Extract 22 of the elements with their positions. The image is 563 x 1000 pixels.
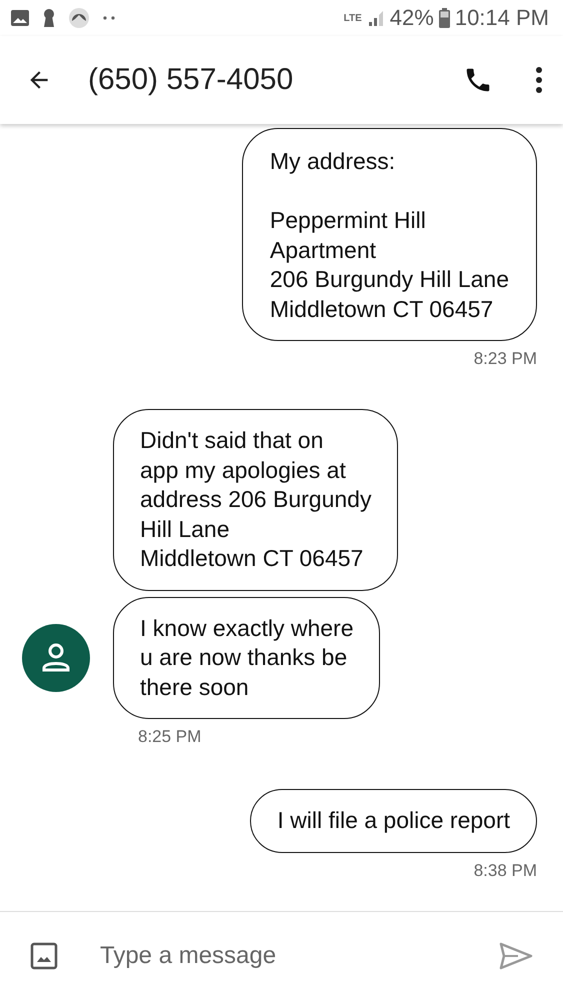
clock: 10:14 PM bbox=[454, 5, 549, 31]
contact-number: (650) 557-4050 bbox=[88, 63, 294, 97]
message-input[interactable]: Type a message bbox=[98, 941, 459, 971]
message-bubble[interactable]: I know exactly where u are now thanks be there soon bbox=[113, 596, 380, 719]
contact-avatar-icon[interactable] bbox=[22, 624, 90, 692]
send-button[interactable] bbox=[499, 942, 533, 970]
battery-icon bbox=[438, 8, 450, 28]
message-bubble[interactable]: I will file a police report bbox=[250, 789, 537, 852]
message-bubble[interactable]: Didn't said that on app my apologies at address 206 Burgundy Hill Lane Middletown CT 06457 bbox=[113, 409, 398, 590]
signal-icon bbox=[366, 9, 385, 27]
attach-image-button[interactable] bbox=[30, 942, 58, 970]
battery-percent: 42% bbox=[390, 5, 434, 31]
more-options-button[interactable] bbox=[535, 66, 543, 94]
gallery-icon bbox=[10, 9, 30, 27]
message-bubble[interactable]: My address: Peppermint Hill Apartment 206 Burgundy Hill Lane Middletown CT 06457 bbox=[242, 128, 537, 341]
mountain-icon bbox=[68, 7, 90, 29]
message-time: 8:23 PM bbox=[474, 349, 537, 369]
message-time: 8:25 PM bbox=[138, 727, 202, 747]
keyhole-icon bbox=[42, 8, 56, 28]
more-notifications-icon bbox=[102, 15, 116, 21]
message-time: 8:38 PM bbox=[474, 860, 537, 880]
network-type: LTE bbox=[344, 12, 362, 24]
